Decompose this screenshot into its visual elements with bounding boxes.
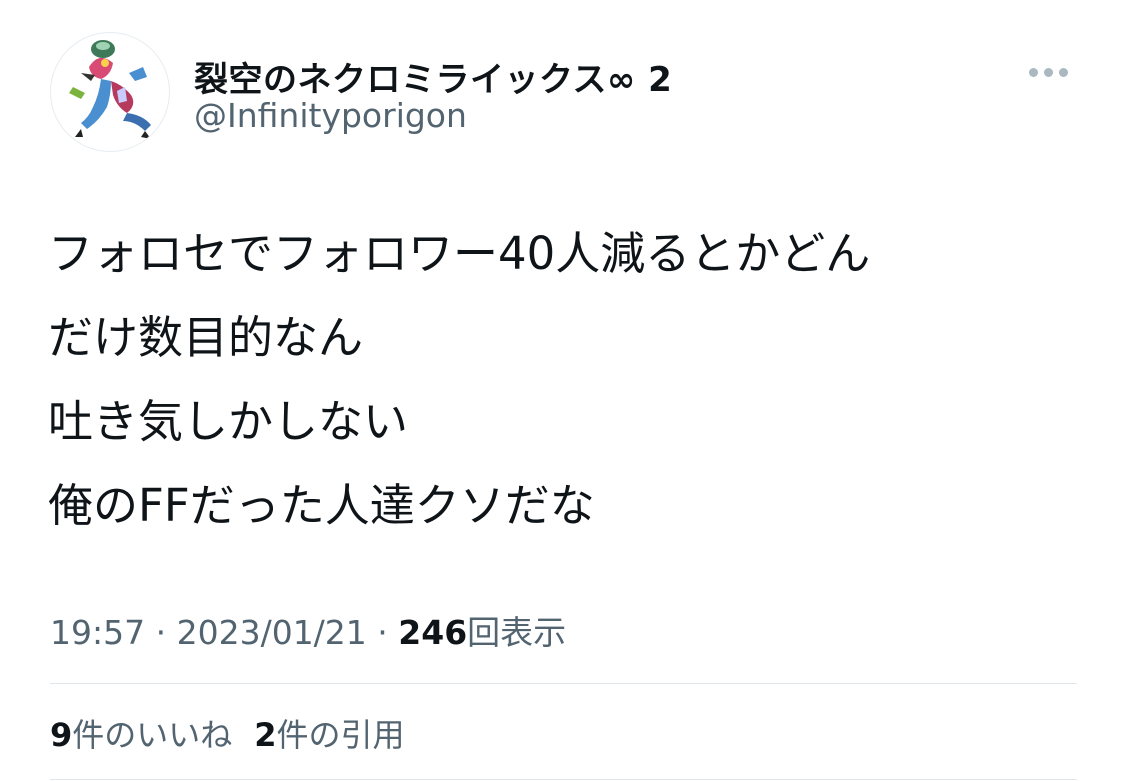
- tweet-text-line: 俺のFFだった人達クソだな: [48, 479, 595, 532]
- likes-label: 件のいいね: [72, 716, 233, 754]
- quotes-stat[interactable]: 2件の引用: [254, 716, 404, 754]
- pokemon-avatar-icon: [69, 40, 151, 139]
- likes-stat[interactable]: 9件のいいね: [50, 716, 232, 754]
- more-horizontal-icon: [1043, 67, 1053, 77]
- more-options-button[interactable]: [1024, 54, 1072, 90]
- quotes-count: 2: [254, 716, 277, 754]
- meta-separator: ·: [145, 613, 177, 652]
- user-handle[interactable]: @Infinityporigon: [194, 96, 467, 135]
- tweet-text-line: だけ数目的なん: [48, 311, 364, 364]
- tweet: 裂空のネクロミライックス∞ 2 @Infinityporigon フォロセでフォ…: [0, 0, 1125, 781]
- divider: [50, 683, 1077, 684]
- display-name[interactable]: 裂空のネクロミライックス∞ 2: [194, 52, 672, 101]
- avatar[interactable]: [50, 32, 170, 152]
- tweet-text-line: フォロセでフォロワー40人減るとかどん: [48, 227, 871, 280]
- tweet-meta: 19:57 · 2023/01/21 · 246回表示: [50, 606, 566, 654]
- tweet-stats: 9件のいいね 2件の引用: [50, 710, 405, 756]
- divider: [50, 779, 1077, 780]
- more-horizontal-icon: [1028, 67, 1038, 77]
- tweet-text-line: 吐き気しかしない: [48, 395, 409, 448]
- tweet-text: フォロセでフォロワー40人減るとかどん だけ数目的なん 吐き気しかしない 俺のF…: [48, 212, 1088, 548]
- views-label: 回表示: [467, 613, 567, 652]
- more-horizontal-icon: [1058, 67, 1068, 77]
- likes-count: 9: [50, 716, 73, 754]
- quotes-label: 件の引用: [276, 716, 405, 754]
- tweet-time[interactable]: 19:57: [50, 613, 145, 652]
- meta-separator: ·: [366, 613, 399, 652]
- views-count: 246: [398, 613, 468, 652]
- tweet-date[interactable]: 2023/01/21: [177, 613, 367, 652]
